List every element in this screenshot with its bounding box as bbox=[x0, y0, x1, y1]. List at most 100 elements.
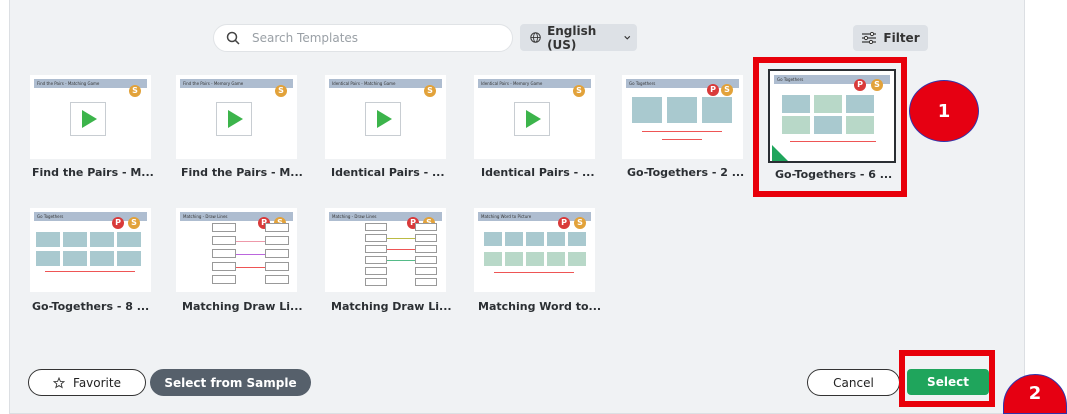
play-icon bbox=[216, 102, 252, 136]
thumbnail-box bbox=[212, 262, 236, 271]
thumbnail-box bbox=[365, 245, 387, 253]
thumbnail-cell bbox=[484, 252, 502, 266]
thumbnail-box bbox=[415, 256, 437, 264]
template-title[interactable]: Matching Word to... bbox=[478, 300, 601, 313]
thumbnail-cell bbox=[36, 232, 60, 247]
favorite-button[interactable]: Favorite bbox=[28, 369, 146, 396]
thumbnail-box bbox=[415, 278, 437, 286]
thumbnail-cell bbox=[568, 252, 586, 266]
thumbnail-box bbox=[212, 275, 236, 284]
template-card[interactable]: Matching - Draw Lines P S bbox=[176, 208, 297, 292]
play-icon bbox=[365, 102, 401, 136]
template-card[interactable]: Find the Pairs - Memory Game S bbox=[176, 75, 297, 159]
thumbnail-cell bbox=[667, 97, 697, 123]
thumbnail-box bbox=[212, 249, 236, 258]
search-input[interactable] bbox=[250, 30, 494, 46]
template-title[interactable]: Find the Pairs - M... bbox=[181, 166, 303, 179]
template-title[interactable]: Matching Draw Li... bbox=[182, 300, 303, 313]
thumbnail-box bbox=[265, 223, 289, 232]
thumbnail-box bbox=[365, 278, 387, 286]
thumbnail-line bbox=[387, 260, 415, 261]
thumbnail-box bbox=[415, 234, 437, 242]
coin-medal-icon: S bbox=[574, 217, 586, 229]
thumbnail-cell bbox=[568, 232, 586, 246]
thumbnail-box bbox=[365, 223, 387, 231]
premium-medal-icon: P bbox=[707, 84, 719, 96]
template-card[interactable]: Identical Pairs - Matching Game S bbox=[325, 75, 446, 159]
template-card[interactable]: Matching Word to Picture P S bbox=[474, 208, 595, 292]
template-title[interactable]: Find the Pairs - M... bbox=[32, 166, 154, 179]
thumbnail-cell bbox=[484, 232, 502, 246]
thumbnail-cell bbox=[547, 232, 565, 246]
coin-medal-icon: S bbox=[129, 85, 141, 97]
step-badge-1: 1 bbox=[909, 80, 979, 142]
thumbnail-cell bbox=[63, 251, 87, 266]
thumbnail-line bbox=[236, 254, 265, 255]
template-card[interactable]: Identical Pairs - Memory Game S bbox=[474, 75, 595, 159]
thumbnail-line bbox=[642, 131, 722, 132]
template-card[interactable]: Go Togethers P S bbox=[30, 208, 151, 292]
thumbnail-box bbox=[265, 262, 289, 271]
favorite-label: Favorite bbox=[73, 375, 121, 390]
template-title[interactable]: Go-Togethers - 2 ... bbox=[627, 166, 744, 179]
thumbnail-line bbox=[387, 238, 415, 239]
template-title[interactable]: Matching Draw Li... bbox=[331, 300, 452, 313]
template-title[interactable]: Identical Pairs - ... bbox=[331, 166, 445, 179]
thumbnail-cell bbox=[36, 251, 60, 266]
filter-label: Filter bbox=[883, 31, 920, 45]
highlight-box-select bbox=[899, 350, 995, 407]
coin-medal-icon: S bbox=[128, 217, 140, 229]
coin-medal-icon: S bbox=[424, 85, 436, 97]
thumbnail-box bbox=[365, 256, 387, 264]
sliders-icon bbox=[862, 32, 877, 44]
template-title[interactable]: Identical Pairs - ... bbox=[481, 166, 595, 179]
thumbnail-cell bbox=[632, 97, 662, 123]
cancel-button[interactable]: Cancel bbox=[807, 369, 900, 396]
thumbnail-box bbox=[212, 236, 236, 245]
thumbnail-line bbox=[236, 267, 265, 268]
thumbnail-box bbox=[365, 267, 387, 275]
thumbnail-box bbox=[415, 245, 437, 253]
thumbnail-line bbox=[662, 139, 702, 140]
thumbnail-cell bbox=[547, 252, 565, 266]
coin-medal-icon: S bbox=[721, 84, 733, 96]
thumbnail-box bbox=[415, 223, 437, 231]
search-icon bbox=[226, 31, 240, 45]
thumbnail-cell bbox=[90, 251, 114, 266]
thumbnail-line bbox=[236, 241, 265, 242]
thumbnail-cell bbox=[117, 232, 141, 247]
thumbnail-cell bbox=[63, 232, 87, 247]
thumbnail-cell bbox=[702, 97, 732, 123]
coin-medal-icon: S bbox=[275, 85, 287, 97]
language-label: English (US) bbox=[547, 23, 597, 52]
template-title[interactable]: Go-Togethers - 8 ... bbox=[32, 300, 149, 313]
template-card[interactable]: Matching - Draw Lines P S bbox=[325, 208, 446, 292]
globe-icon bbox=[530, 32, 541, 43]
thumbnail-box bbox=[365, 234, 387, 242]
select-from-sample-button[interactable]: Select from Sample bbox=[150, 369, 311, 396]
search-box[interactable] bbox=[213, 24, 513, 52]
thumbnail-box bbox=[212, 223, 236, 232]
premium-medal-icon: P bbox=[558, 217, 570, 229]
thumbnail-box bbox=[265, 236, 289, 245]
thumbnail-line bbox=[494, 272, 574, 273]
premium-medal-icon: P bbox=[112, 217, 124, 229]
thumbnail-cell bbox=[505, 252, 523, 266]
thumbnail-cell bbox=[526, 232, 544, 246]
chevron-down-icon bbox=[623, 35, 630, 40]
coin-medal-icon: S bbox=[573, 85, 585, 97]
language-dropdown[interactable]: English (US) bbox=[520, 23, 637, 52]
thumbnail-line bbox=[387, 249, 415, 250]
thumbnail-cell bbox=[117, 251, 141, 266]
thumbnail-box bbox=[265, 249, 289, 258]
highlight-box-template bbox=[753, 57, 907, 197]
star-icon bbox=[53, 376, 66, 388]
play-icon bbox=[514, 102, 550, 136]
filter-button[interactable]: Filter bbox=[853, 25, 928, 51]
template-card[interactable]: Find the Pairs - Matching Game S bbox=[30, 75, 151, 159]
thumbnail-box bbox=[415, 267, 437, 275]
thumbnail-cell bbox=[526, 252, 544, 266]
play-icon bbox=[70, 102, 106, 136]
thumbnail-box bbox=[265, 275, 289, 284]
template-card[interactable]: Go Togethers P S bbox=[622, 75, 743, 159]
